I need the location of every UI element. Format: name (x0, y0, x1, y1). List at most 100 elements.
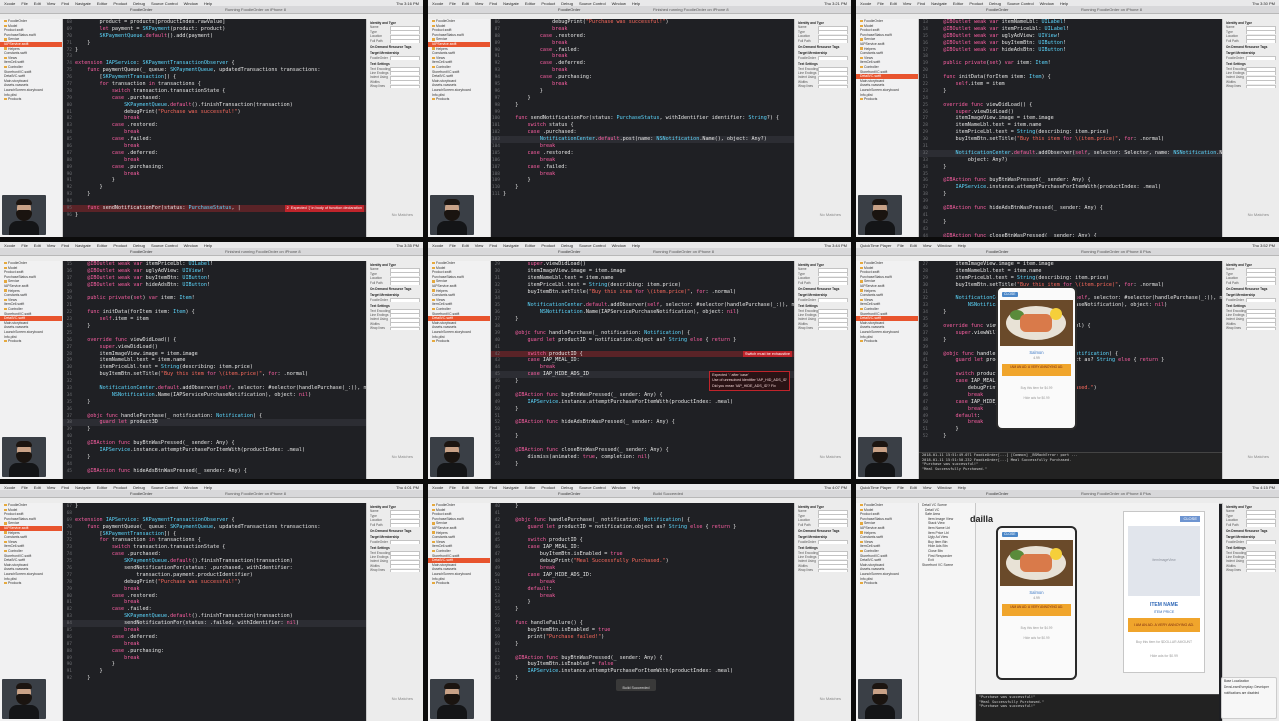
menu-item-navigate[interactable]: Navigate (503, 1, 519, 6)
inspector-field[interactable] (1246, 84, 1276, 89)
outline-item[interactable]: Storefront VC Scene (922, 563, 975, 568)
menu-item-window[interactable]: Window (612, 243, 626, 248)
menu-item-debug[interactable]: Debug (133, 485, 145, 490)
menu-item-file[interactable]: File (449, 485, 455, 490)
menu-item-view[interactable]: View (923, 243, 932, 248)
navigator-item[interactable]: Products (860, 581, 918, 586)
source-editor[interactable]: 15 @IBOutlet weak var itemPriceLbl: UILa… (63, 261, 366, 479)
source-editor[interactable]: 13 @IBOutlet weak var itemNameLbl: UILab… (919, 19, 1222, 237)
menu-item-help[interactable]: Help (632, 1, 640, 6)
menu-item-help[interactable]: Help (1060, 1, 1068, 6)
error-badge[interactable]: 2 Expected '{' in body of function decla… (284, 205, 364, 212)
menu-item-view[interactable]: View (903, 1, 912, 6)
menu-item-file[interactable]: File (449, 1, 455, 6)
menu-item-edit[interactable]: Edit (34, 1, 41, 6)
menu-item-file[interactable]: File (449, 243, 455, 248)
menu-item-source-control[interactable]: Source Control (151, 1, 178, 6)
inspector-field[interactable] (1246, 281, 1276, 285)
menu-item-file[interactable]: File (21, 485, 27, 490)
menu-item-editor[interactable]: Editor (953, 1, 963, 6)
source-editor[interactable]: 67} 68 69 extension IAPService: SKPaymentTr… (63, 503, 366, 721)
source-editor[interactable]: 68 product = products[productIndex.rawVa… (63, 19, 366, 237)
menu-item-window[interactable]: Window (184, 243, 198, 248)
menu-item-find[interactable]: Find (917, 1, 925, 6)
menu-item-debug[interactable]: Debug (561, 485, 573, 490)
menu-item-help[interactable]: Help (632, 243, 640, 248)
menu-item-file[interactable]: File (21, 1, 27, 6)
menu-item-navigate[interactable]: Navigate (75, 1, 91, 6)
menu-item-product[interactable]: Product (113, 243, 127, 248)
inspector-field[interactable] (390, 568, 420, 573)
menu-item-file[interactable]: File (897, 485, 903, 490)
error-popup[interactable]: Expected ':' after 'case' Use of unresolv… (709, 370, 790, 392)
menu-item-source-control[interactable]: Source Control (151, 485, 178, 490)
menu-item-view[interactable]: View (475, 485, 484, 490)
menu-item-view[interactable]: View (923, 485, 932, 490)
source-editor[interactable]: 29 super.viewDidLoad() 30 itemImageView.i… (491, 261, 794, 479)
menu-item-help[interactable]: Help (958, 485, 966, 490)
menu-item-navigate[interactable]: Navigate (75, 243, 91, 248)
inspector-field[interactable] (390, 281, 420, 285)
menu-item-editor[interactable]: Editor (97, 485, 107, 490)
menu-item-debug[interactable]: Debug (133, 243, 145, 248)
menu-item-window[interactable]: Window (937, 485, 951, 490)
menu-item-editor[interactable]: Editor (97, 243, 107, 248)
buy-item-button[interactable]: Buy this item for $DOLLAR AMOUNT (1124, 640, 1204, 644)
menu-item-window[interactable]: Window (184, 485, 198, 490)
inspector-field[interactable] (1246, 298, 1276, 303)
menu-item-help[interactable]: Help (632, 485, 640, 490)
menu-item-editor[interactable]: Editor (525, 243, 535, 248)
navigator-item[interactable]: Products (4, 581, 62, 586)
menu-item-window[interactable]: Window (612, 1, 626, 6)
menu-item-debug[interactable]: Debug (561, 243, 573, 248)
menu-item-file[interactable]: File (21, 243, 27, 248)
inspector-field[interactable] (818, 540, 848, 545)
menu-item-window[interactable]: Window (184, 1, 198, 6)
close-button[interactable]: CLOSE (1002, 532, 1018, 537)
menu-item-navigate[interactable]: Navigate (75, 485, 91, 490)
menu-item-find[interactable]: Find (61, 485, 69, 490)
menu-item-view[interactable]: View (47, 485, 56, 490)
menu-item-view[interactable]: View (475, 1, 484, 6)
inspector-field[interactable] (818, 568, 848, 573)
inspector-field[interactable] (818, 56, 848, 61)
inspector-field[interactable] (390, 39, 420, 43)
menu-item-edit[interactable]: Edit (462, 485, 469, 490)
error-badge[interactable]: Switch must be exhaustive (743, 350, 792, 358)
detail-view-controller[interactable]: CLOSE itemImageView ITEM NAME ITEM PRICE I A… (1123, 511, 1205, 673)
navigator-item[interactable]: Products (860, 339, 918, 344)
menu-item-find[interactable]: Find (489, 243, 497, 248)
navigator-item[interactable]: Products (860, 97, 918, 102)
menu-item-debug[interactable]: Debug (133, 1, 145, 6)
menu-item-navigate[interactable]: Navigate (503, 243, 519, 248)
menu-item-help[interactable]: Help (204, 1, 212, 6)
close-button[interactable]: CLOSE (1002, 292, 1018, 297)
menu-item-debug[interactable]: Debug (989, 1, 1001, 6)
inspector-field[interactable] (1246, 56, 1276, 61)
inspector-field[interactable] (390, 326, 420, 331)
menu-item-source-control[interactable]: Source Control (579, 243, 606, 248)
menu-item-window[interactable]: Window (1040, 1, 1054, 6)
menu-item-xcode[interactable]: Xcode (4, 485, 15, 490)
menu-item-window[interactable]: Window (937, 243, 951, 248)
inspector-field[interactable] (818, 326, 848, 331)
menu-item-view[interactable]: View (47, 1, 56, 6)
menu-item-window[interactable]: Window (612, 485, 626, 490)
menu-item-edit[interactable]: Edit (34, 485, 41, 490)
buy-item-button[interactable]: Buy this item for $4.99 (998, 626, 1075, 630)
navigator-item[interactable]: Products (432, 581, 490, 586)
menu-item-source-control[interactable]: Source Control (1007, 1, 1034, 6)
source-editor[interactable]: 86 debugPrint("Purchase was successful!"… (491, 19, 794, 237)
menu-item-view[interactable]: View (47, 243, 56, 248)
menu-item-edit[interactable]: Edit (462, 243, 469, 248)
inspector-field[interactable] (818, 84, 848, 89)
menu-item-xcode[interactable]: Xcode (4, 243, 15, 248)
menu-item-find[interactable]: Find (489, 1, 497, 6)
inspector-field[interactable] (1246, 540, 1276, 545)
menu-item-find[interactable]: Find (61, 243, 69, 248)
navigator-item[interactable]: Products (432, 339, 490, 344)
inspector-field[interactable] (1246, 39, 1276, 43)
menu-item-file[interactable]: File (877, 1, 883, 6)
menu-item-product[interactable]: Product (541, 243, 555, 248)
menu-item-edit[interactable]: Edit (462, 1, 469, 6)
